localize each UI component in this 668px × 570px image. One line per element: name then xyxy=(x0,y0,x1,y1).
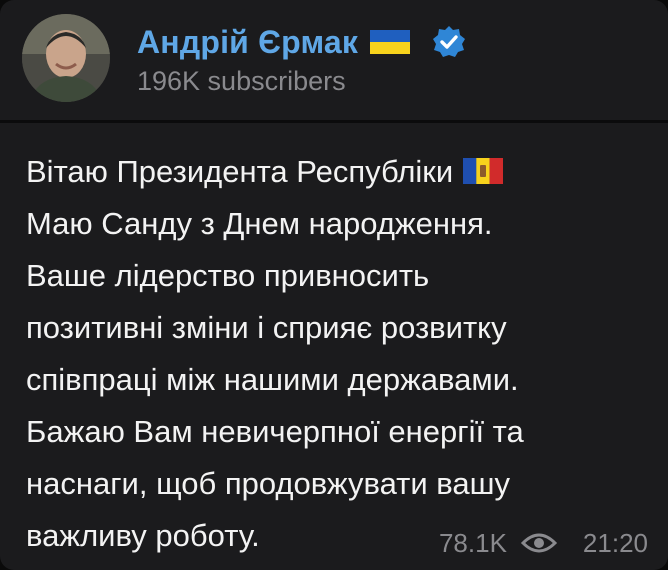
moldova-flag-icon xyxy=(463,148,504,184)
post-line: Бажаю Вам невичерпної енергії та xyxy=(26,414,524,449)
post-line: наснаги, щоб продовжувати вашу xyxy=(26,466,510,501)
channel-name[interactable]: Андрій Єрмак xyxy=(137,24,358,61)
verified-badge-icon xyxy=(432,25,466,59)
post-meta: 78.1K 21:20 xyxy=(439,526,648,560)
avatar[interactable] xyxy=(22,14,110,102)
post-line: Вітаю Президента Республіки xyxy=(26,146,646,198)
post-text: Вітаю Президента Республіки Маю Санду з … xyxy=(26,146,646,562)
header-divider xyxy=(0,120,668,123)
subscriber-count: 196K subscribers xyxy=(137,66,346,96)
ukraine-flag-icon xyxy=(370,30,411,54)
eye-icon xyxy=(520,531,558,555)
channel-name-row: Андрій Єрмак xyxy=(137,22,466,62)
channel-header[interactable]: Андрій Єрмак 196K subscribers xyxy=(0,0,668,120)
post-line: Маю Санду з Днем народження. xyxy=(26,206,493,241)
post-line-text: Вітаю Президента Республіки xyxy=(26,154,454,189)
post-line: Ваше лідерство привносить xyxy=(26,258,430,293)
post-line: позитивні зміни і сприяє розвитку xyxy=(26,310,507,345)
view-count: 78.1K xyxy=(438,527,507,558)
post-card: Андрій Єрмак 196K subscribers Вітаю През… xyxy=(0,0,668,570)
post-line: співпраці між нашими державами. xyxy=(26,362,519,397)
post-time: 21:20 xyxy=(582,527,648,558)
